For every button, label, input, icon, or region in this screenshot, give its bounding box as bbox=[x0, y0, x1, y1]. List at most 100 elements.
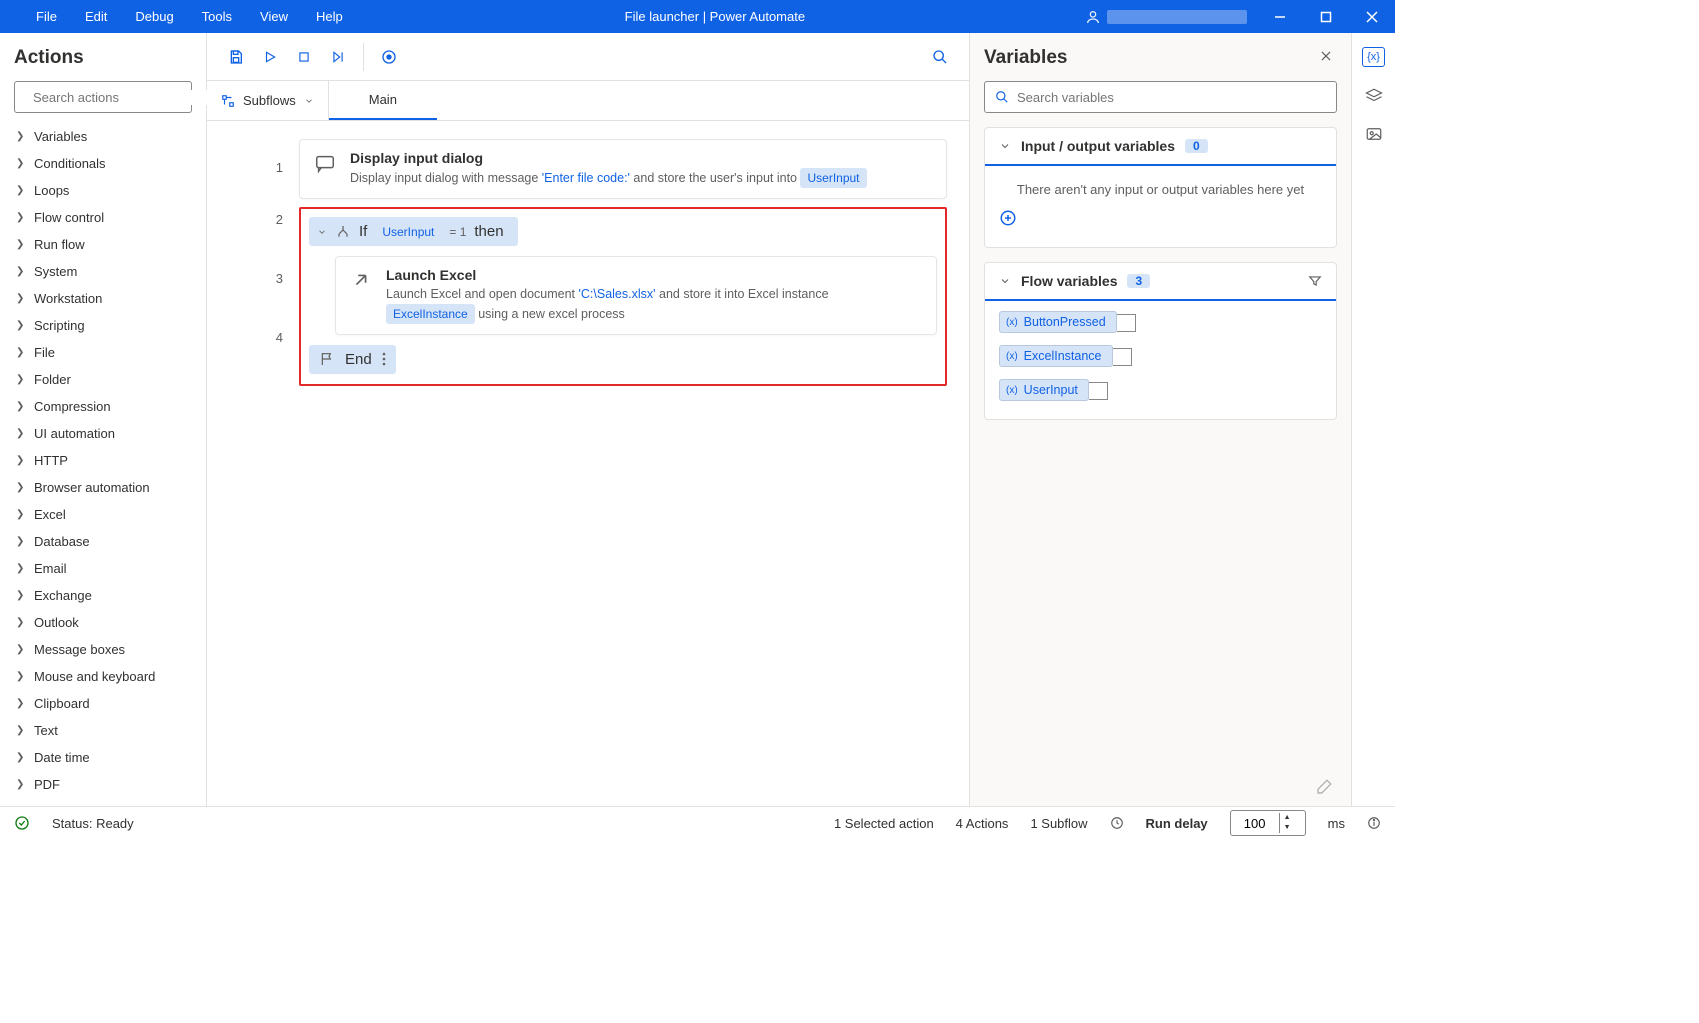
actions-category-list[interactable]: ❯Variables❯Conditionals❯Loops❯Flow contr… bbox=[14, 123, 192, 806]
action-category[interactable]: ❯Message boxes bbox=[14, 636, 192, 663]
action-category[interactable]: ❯Mouse and keyboard bbox=[14, 663, 192, 690]
menu-help[interactable]: Help bbox=[304, 3, 355, 30]
action-category[interactable]: ❯Workstation bbox=[14, 285, 192, 312]
action-category[interactable]: ❯Browser automation bbox=[14, 474, 192, 501]
flow-variable-chip[interactable]: (x) ExcelInstance bbox=[999, 345, 1113, 367]
highlighted-if-block: If UserInput = 1 then Launch Excel Launc… bbox=[299, 207, 947, 386]
action-category[interactable]: ❯Database bbox=[14, 528, 192, 555]
flow-variable-chip[interactable]: (x) UserInput bbox=[999, 379, 1089, 401]
flow-variables-header[interactable]: Flow variables 3 bbox=[985, 263, 1336, 301]
menu-debug[interactable]: Debug bbox=[123, 3, 185, 30]
rail-variables-button[interactable]: {x} bbox=[1362, 47, 1385, 67]
run-delay-input[interactable]: ▲▼ bbox=[1230, 810, 1306, 836]
search-flow-button[interactable] bbox=[925, 42, 955, 72]
step-launch-excel[interactable]: Launch Excel Launch Excel and open docum… bbox=[335, 256, 937, 335]
window-maximize[interactable] bbox=[1303, 0, 1349, 33]
launch-icon bbox=[350, 269, 372, 291]
variables-panel: Variables Input / output variables 0 The… bbox=[970, 33, 1352, 806]
info-icon[interactable] bbox=[1367, 816, 1381, 830]
action-category[interactable]: ❯Exchange bbox=[14, 582, 192, 609]
rail-image-button[interactable] bbox=[1365, 125, 1383, 143]
action-category[interactable]: ❯Conditionals bbox=[14, 150, 192, 177]
chevron-right-icon: ❯ bbox=[16, 752, 24, 763]
plus-circle-icon bbox=[999, 209, 1017, 227]
add-io-variable-button[interactable] bbox=[999, 209, 1322, 227]
chevron-right-icon: ❯ bbox=[16, 590, 24, 601]
variables-search[interactable] bbox=[984, 81, 1337, 113]
action-category[interactable]: ❯PDF bbox=[14, 771, 192, 798]
chevron-right-icon: ❯ bbox=[16, 428, 24, 439]
save-button[interactable] bbox=[221, 42, 251, 72]
io-variables-header[interactable]: Input / output variables 0 bbox=[985, 128, 1336, 166]
action-category[interactable]: ❯Email bbox=[14, 555, 192, 582]
tab-main[interactable]: Main bbox=[329, 81, 437, 120]
chevron-right-icon: ❯ bbox=[16, 239, 24, 250]
spin-down[interactable]: ▼ bbox=[1280, 823, 1295, 833]
action-category[interactable]: ❯Folder bbox=[14, 366, 192, 393]
spin-up[interactable]: ▲ bbox=[1280, 813, 1295, 823]
chevron-right-icon: ❯ bbox=[16, 320, 24, 331]
layers-icon bbox=[1365, 87, 1383, 105]
window-close[interactable] bbox=[1349, 0, 1395, 33]
action-category[interactable]: ❯Date time bbox=[14, 744, 192, 771]
tabs-row: Subflows Main bbox=[207, 81, 969, 121]
user-name-redacted bbox=[1107, 10, 1247, 24]
action-category[interactable]: ❯Clipboard bbox=[14, 690, 192, 717]
action-category[interactable]: ❯Compression bbox=[14, 393, 192, 420]
chevron-down-icon[interactable] bbox=[317, 227, 327, 237]
menu-tools[interactable]: Tools bbox=[190, 3, 244, 30]
action-category[interactable]: ❯Loops bbox=[14, 177, 192, 204]
menu-view[interactable]: View bbox=[248, 3, 300, 30]
variables-search-input[interactable] bbox=[1017, 90, 1326, 105]
step-display-input-dialog[interactable]: Display input dialog Display input dialo… bbox=[299, 139, 947, 199]
action-category[interactable]: ❯UI automation bbox=[14, 420, 192, 447]
action-category[interactable]: ❯Variables bbox=[14, 123, 192, 150]
action-category-label: Loops bbox=[34, 183, 69, 198]
actions-search[interactable] bbox=[14, 81, 192, 113]
action-category-label: Variables bbox=[34, 129, 87, 144]
action-category-label: Database bbox=[34, 534, 90, 549]
menu-edit[interactable]: Edit bbox=[73, 3, 119, 30]
action-category[interactable]: ❯Excel bbox=[14, 501, 192, 528]
variable-pill-excelinstance[interactable]: ExcelInstance bbox=[386, 304, 475, 324]
subflows-dropdown[interactable]: Subflows bbox=[207, 81, 329, 120]
action-category[interactable]: ❯HTTP bbox=[14, 447, 192, 474]
stop-button[interactable] bbox=[289, 42, 319, 72]
flow-variable-chip[interactable]: (x) ButtonPressed bbox=[999, 311, 1117, 333]
run-delay-label: Run delay bbox=[1146, 816, 1208, 831]
action-category-label: Scripting bbox=[34, 318, 85, 333]
variable-pill-userinput[interactable]: UserInput bbox=[375, 224, 441, 240]
chevron-right-icon: ❯ bbox=[16, 212, 24, 223]
action-category[interactable]: ❯Flow control bbox=[14, 204, 192, 231]
chevron-down-icon bbox=[999, 275, 1011, 287]
ms-label: ms bbox=[1328, 816, 1345, 831]
variable-pill-userinput[interactable]: UserInput bbox=[800, 168, 866, 188]
actions-search-input[interactable] bbox=[33, 90, 209, 105]
user-badge[interactable] bbox=[1075, 9, 1257, 25]
action-category[interactable]: ❯Text bbox=[14, 717, 192, 744]
more-icon[interactable] bbox=[382, 352, 386, 366]
step-button[interactable] bbox=[323, 42, 353, 72]
flag-icon bbox=[319, 351, 335, 367]
action-category[interactable]: ❯Run flow bbox=[14, 231, 192, 258]
run-delay-value[interactable] bbox=[1231, 816, 1279, 831]
chevron-down-icon bbox=[304, 96, 314, 106]
action-category[interactable]: ❯Outlook bbox=[14, 609, 192, 636]
chevron-right-icon: ❯ bbox=[16, 347, 24, 358]
action-category[interactable]: ❯ Scripting bbox=[14, 312, 192, 339]
menu-file[interactable]: File bbox=[24, 3, 69, 30]
filter-button[interactable] bbox=[1308, 274, 1322, 288]
step-title: Display input dialog bbox=[350, 150, 867, 166]
record-button[interactable] bbox=[374, 42, 404, 72]
window-minimize[interactable] bbox=[1257, 0, 1303, 33]
line-number: 1 bbox=[207, 141, 283, 193]
action-category[interactable]: ❯System bbox=[14, 258, 192, 285]
step-end[interactable]: End bbox=[309, 345, 396, 374]
run-button[interactable] bbox=[255, 42, 285, 72]
rail-layers-button[interactable] bbox=[1365, 87, 1383, 105]
step-if[interactable]: If UserInput = 1 then bbox=[309, 217, 518, 246]
action-category-label: Workstation bbox=[34, 291, 102, 306]
eraser-icon[interactable] bbox=[1315, 778, 1333, 796]
close-variables-button[interactable] bbox=[1319, 49, 1333, 63]
action-category[interactable]: ❯File bbox=[14, 339, 192, 366]
